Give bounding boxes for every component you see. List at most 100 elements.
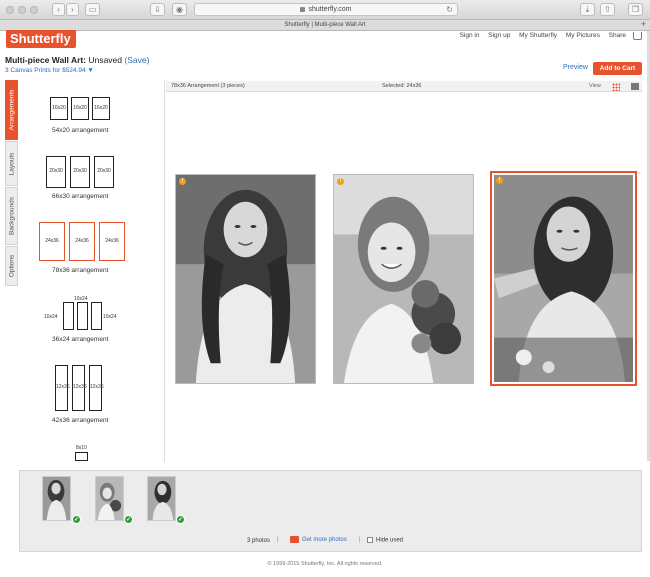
photo-girl-flowers	[334, 175, 473, 383]
back-arrow-icon[interactable]: ‹	[52, 3, 65, 16]
tab-layouts[interactable]: Layouts	[5, 141, 18, 186]
view-label: View	[589, 83, 601, 89]
download-icon[interactable]: ⇣	[580, 3, 595, 16]
tab-options[interactable]: Options	[5, 246, 18, 286]
thumbnail-image	[96, 477, 123, 520]
minimize-window-icon[interactable]	[18, 6, 26, 14]
arrangement-piece[interactable]	[91, 302, 102, 330]
warning-icon[interactable]: !	[496, 177, 503, 184]
share-icon[interactable]: ⇧	[600, 3, 615, 16]
price-summary-text[interactable]: 3 Canvas Prints for $524.94	[5, 67, 86, 74]
my-pictures-link[interactable]: My Pictures	[566, 32, 600, 39]
arrangement-piece-label: 8x10	[76, 445, 87, 451]
canvas-piece-3-selected[interactable]: !	[490, 171, 637, 386]
sign-up-link[interactable]: Sign up	[488, 32, 510, 39]
tray-thumbnail-3[interactable]	[147, 476, 176, 521]
get-more-photos-link[interactable]: Get more photos	[290, 536, 347, 543]
preview-link[interactable]: Preview	[563, 64, 588, 71]
hide-used-checkbox[interactable]	[367, 537, 373, 543]
check-icon: ✓	[176, 515, 185, 524]
copyright: © 1999-2015 Shutterfly, Inc. All rights …	[267, 561, 383, 567]
tabs-overview-icon[interactable]: ❐	[628, 3, 643, 16]
arrangement-piece[interactable]: 16x20	[71, 97, 89, 120]
save-link[interactable]: (Save)	[124, 55, 149, 65]
single-view-icon[interactable]	[631, 83, 639, 90]
chevron-down-icon[interactable]: ▼	[87, 67, 93, 74]
top-nav: Sign in Sign up My Shutterfly My Picture…	[453, 32, 626, 39]
warning-icon[interactable]: !	[179, 178, 186, 185]
project-title: Multi-piece Wall Art: Unsaved (Save)	[5, 55, 149, 65]
photo-count: 3 photos	[247, 538, 271, 544]
add-photos-icon[interactable]	[290, 536, 299, 543]
arrangement-label[interactable]: 78x36 arrangement	[52, 267, 108, 274]
arrangement-panel: 16x20 16x20 16x20 54x20 arrangement 20x3…	[19, 80, 165, 462]
sign-in-link[interactable]: Sign in	[460, 32, 480, 39]
hide-used-label[interactable]: Hide used	[376, 538, 403, 544]
photo-girl-pointing	[494, 175, 633, 382]
add-to-cart-button[interactable]: Add to Cart	[593, 62, 642, 75]
arrangement-piece[interactable]: 20x30	[94, 156, 114, 188]
zoom-window-icon[interactable]	[30, 6, 38, 14]
lock-icon	[300, 6, 306, 12]
arrangement-piece[interactable]: 16x20	[50, 97, 68, 120]
check-icon: ✓	[72, 515, 81, 524]
reload-icon[interactable]: ↻	[446, 4, 453, 16]
address-bar[interactable]: shutterfly.com ↻	[194, 3, 458, 16]
arrangement-piece[interactable]	[63, 302, 74, 330]
arrangement-piece[interactable]: 20x30	[46, 156, 66, 188]
thumbnail-image	[43, 477, 70, 520]
project-title-text: Multi-piece Wall Art:	[5, 55, 87, 65]
separator: |	[277, 537, 279, 543]
new-tab-icon[interactable]: +	[641, 19, 646, 30]
arrangement-label[interactable]: 54x20 arrangement	[52, 127, 108, 134]
grid-view-icon[interactable]	[612, 83, 620, 91]
tab-bar: Shutterfly | Multi-piece Wall Art +	[0, 19, 650, 31]
selected-size: Selected: 24x36	[382, 83, 422, 89]
photo-girl-long-hair	[176, 175, 315, 383]
tab-arrangements[interactable]: Arrangements	[5, 80, 18, 140]
project-status: Unsaved	[88, 55, 123, 65]
arrangement-piece[interactable]: 16x20	[92, 97, 110, 120]
separator: |	[359, 537, 361, 543]
arrangement-piece[interactable]: 24x36	[69, 222, 95, 261]
canvas-piece-2[interactable]: !	[333, 174, 474, 384]
warning-icon[interactable]: !	[337, 178, 344, 185]
hide-used-toggle[interactable]: Hide used	[367, 537, 403, 544]
get-more-photos-label[interactable]: Get more photos	[302, 537, 347, 543]
browser-toolbar: ‹ › ▭ ⇩ ◉ shutterfly.com ↻ ⇣ ⇧ ❐	[0, 0, 650, 20]
check-icon: ✓	[124, 515, 133, 524]
tab-options-label: Options	[8, 254, 15, 278]
downloads-icon[interactable]: ⇩	[150, 3, 165, 16]
thumbnail-image	[148, 477, 175, 520]
arrangement-piece[interactable]: 24x36	[39, 222, 65, 261]
arrangement-label[interactable]: 66x30 arrangement	[52, 193, 108, 200]
canvas-toolbar: 78x36 Arrangement (3 pieces) Selected: 2…	[166, 81, 642, 92]
arrangement-piece[interactable]: 24x36	[99, 222, 125, 261]
cart-icon[interactable]	[633, 32, 642, 40]
tray-footer: 3 photos | Get more photos | Hide used	[20, 535, 643, 548]
arrangement-piece[interactable]: 12x36	[89, 365, 104, 411]
forward-arrow-icon[interactable]: ›	[66, 3, 79, 16]
sidebar-toggle-icon[interactable]: ▭	[85, 3, 100, 16]
share-link[interactable]: Share	[609, 32, 626, 39]
shutterfly-logo[interactable]: Shutterfly	[6, 30, 76, 48]
arrangement-label[interactable]: 36x24 arrangement	[52, 336, 108, 343]
arrangement-piece[interactable]	[77, 302, 88, 330]
arrangement-piece[interactable]: 20x30	[70, 156, 90, 188]
arrangement-piece-label: 10x24	[44, 314, 58, 320]
tab-backgrounds-label: Backgrounds	[8, 197, 15, 235]
tab-title[interactable]: Shutterfly | Multi-piece Wall Art	[284, 22, 365, 28]
price-summary[interactable]: 3 Canvas Prints for $524.94 ▼	[5, 67, 94, 74]
arrangement-piece[interactable]: 12x36	[72, 365, 87, 411]
shield-icon[interactable]: ◉	[172, 3, 187, 16]
canvas-piece-1[interactable]: !	[175, 174, 316, 384]
tab-backgrounds[interactable]: Backgrounds	[5, 187, 18, 245]
arrangement-piece[interactable]	[75, 452, 88, 461]
close-window-icon[interactable]	[6, 6, 14, 14]
tray-thumbnail-1[interactable]	[42, 476, 71, 521]
my-shutterfly-link[interactable]: My Shutterfly	[519, 32, 557, 39]
arrangement-label[interactable]: 42x36 arrangement	[52, 417, 108, 424]
arrangement-piece[interactable]: 12x36	[55, 365, 70, 411]
tab-arrangements-label: Arrangements	[8, 89, 15, 131]
tray-thumbnail-2[interactable]	[95, 476, 124, 521]
